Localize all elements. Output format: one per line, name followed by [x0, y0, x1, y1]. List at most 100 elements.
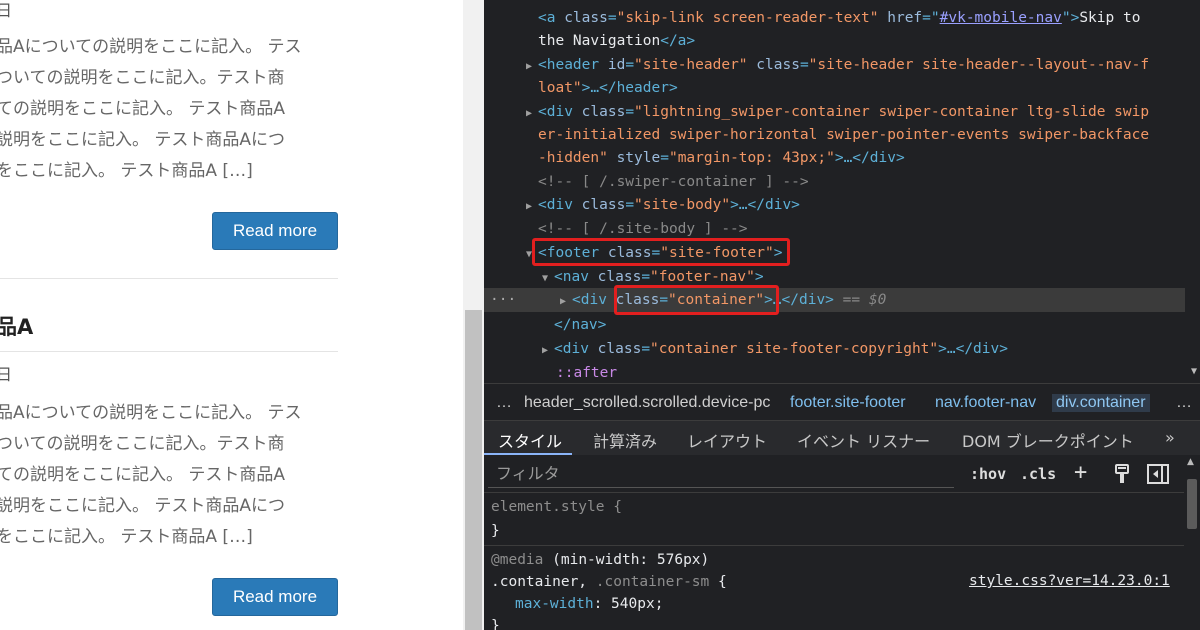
excerpt-line: 品Aについての説明をここに記入。 テス — [0, 37, 302, 57]
dom-node-copyright[interactable]: ▶ <div class="container site-footer-copyr… — [542, 337, 1200, 361]
open-brace: { — [718, 574, 727, 590]
scroll-down-icon[interactable]: ▼ — [1191, 366, 1197, 377]
rule-selector[interactable]: .container, .container-sm { — [491, 571, 727, 593]
expand-triangle-icon[interactable]: ▶ — [542, 339, 554, 363]
attr-value: er-initialized swiper-horizontal swiper-… — [538, 127, 1150, 143]
attr-value: loat" — [538, 80, 582, 96]
styles-scrollbar[interactable]: ▲ — [1184, 455, 1200, 592]
read-more-button[interactable]: Read more — [212, 212, 338, 250]
excerpt-line: をここに記入。 テスト商品A […] — [0, 527, 253, 547]
rule-close-brace: } — [491, 523, 500, 539]
dom-comment[interactable]: <!-- [ /.swiper-container ] --> — [538, 170, 1200, 194]
excerpt-line: ての説明をここに記入。 テスト商品A — [0, 465, 286, 485]
tab-computed[interactable]: 計算済み — [593, 428, 657, 452]
cls-button[interactable]: .cls — [1020, 465, 1056, 483]
excerpt-line: ての説明をここに記入。 テスト商品A — [0, 99, 286, 119]
css-property-value[interactable]: 540px; — [611, 596, 663, 612]
href-link[interactable]: #vk-mobile-nav — [940, 10, 1062, 26]
post-date: 日 — [0, 365, 13, 384]
tab-styles[interactable]: スタイル — [498, 428, 562, 452]
css-declaration[interactable]: max-width: 540px; — [515, 593, 663, 615]
post-divider — [0, 278, 338, 279]
rule-selector: element.style { — [491, 499, 622, 515]
attr-value: "container site-footer-copyright" — [650, 341, 939, 357]
excerpt-line: ついての説明をここに記入。テスト商 — [0, 68, 285, 88]
page-scrollbar[interactable] — [463, 0, 484, 630]
read-more-button[interactable]: Read more — [212, 578, 338, 616]
tab-layout[interactable]: レイアウト — [687, 428, 767, 452]
dom-node-header-cont[interactable]: loat">…</header> — [538, 76, 1200, 100]
styles-pane: element.style { } @media (min-width: 576… — [484, 493, 1184, 630]
selector-nomatch: .container-sm — [595, 574, 710, 590]
dom-node-nav-close[interactable]: </nav> — [554, 313, 1200, 337]
breadcrumb-item[interactable]: footer.site-footer — [790, 394, 906, 412]
add-rule-button[interactable]: + — [1074, 460, 1087, 485]
expand-triangle-icon[interactable]: ▶ — [526, 55, 538, 79]
row-menu-icon[interactable]: ··· — [490, 288, 516, 312]
attr-value: "lightning_swiper-container swiper-conta… — [634, 104, 1150, 120]
attr-value: "margin-top: 43px;" — [668, 150, 835, 166]
paint-brush-icon[interactable] — [1113, 464, 1131, 488]
title-divider — [0, 351, 338, 352]
tab-dom-breakpoints[interactable]: DOM ブレークポイント — [962, 428, 1134, 452]
webpage-preview: 日 品Aについての説明をここに記入。 テス ついての説明をここに記入。テスト商 … — [0, 0, 463, 630]
selected-marker: == $0 — [842, 292, 887, 308]
post-excerpt: 品Aについての説明をここに記入。 テス ついての説明をここに記入。テスト商 ての… — [0, 398, 336, 553]
expand-triangle-icon[interactable]: ▶ — [526, 195, 538, 219]
excerpt-line: 説明をここに記入。 テスト商品Aにつ — [0, 130, 286, 150]
node-text: the Navigation — [538, 33, 661, 49]
rule-divider — [484, 545, 1184, 546]
dom-node-site-body[interactable]: ▶ <div class="site-body">…</div> — [526, 193, 1200, 217]
expand-triangle-icon[interactable]: ▶ — [560, 290, 572, 314]
breadcrumb-overflow-icon[interactable]: … — [1176, 394, 1192, 412]
source-link[interactable]: style.css?ver=14.23.0:1 — [969, 573, 1170, 589]
styles-scrollbar-thumb[interactable] — [1187, 479, 1197, 529]
tab-event-listeners[interactable]: イベント リスナー — [797, 428, 930, 452]
scroll-up-icon[interactable]: ▲ — [1187, 457, 1194, 467]
breadcrumb-more-icon[interactable]: … — [496, 394, 512, 412]
filter-input[interactable] — [488, 460, 954, 488]
excerpt-line: 説明をここに記入。 テスト商品Aにつ — [0, 496, 286, 516]
elements-tree: <a class="skip-link screen-reader-text" … — [484, 0, 1200, 383]
excerpt-line: 品Aについての説明をここに記入。 テス — [0, 403, 302, 423]
toggle-sidebar-icon[interactable] — [1147, 464, 1169, 488]
dom-node-skip-link[interactable]: <a class="skip-link screen-reader-text" … — [538, 6, 1200, 30]
post-excerpt: 品Aについての説明をここに記入。 テス ついての説明をここに記入。テスト商 ての… — [0, 32, 336, 187]
breadcrumb-item-current[interactable]: div.container — [1052, 394, 1150, 412]
element-style-rule[interactable]: element.style { — [491, 496, 622, 518]
attr-value: -hidden" — [538, 150, 608, 166]
attr-value: "footer-nav" — [650, 269, 755, 285]
excerpt-line: ついての説明をここに記入。テスト商 — [0, 434, 285, 454]
tabs-more-icon[interactable]: » — [1165, 428, 1175, 447]
media-query: @media (min-width: 576px) — [491, 549, 709, 571]
attr-value: "site-body" — [634, 197, 731, 213]
breadcrumb: … header_scrolled.scrolled.device-pc foo… — [484, 383, 1200, 421]
node-text: Skip to — [1079, 10, 1141, 26]
dom-node-container-selected[interactable]: ··· ▶ <div class="container">…</div> == $0 — [484, 288, 1200, 312]
excerpt-line: をここに記入。 テスト商品A […] — [0, 161, 253, 181]
dom-pseudo-after[interactable]: ::after — [556, 361, 1200, 385]
elements-scrollbar[interactable]: ▼ — [1185, 0, 1200, 383]
rule-close-brace: } — [491, 618, 500, 630]
devtools-panel: <a class="skip-link screen-reader-text" … — [484, 0, 1200, 630]
dom-node-swiper[interactable]: ▶ <div class="lightning_swiper-container … — [526, 100, 1200, 124]
styles-tabbar: スタイル 計算済み レイアウト イベント リスナー DOM ブレークポイント » — [484, 421, 1200, 455]
dom-node-swiper-cont[interactable]: -hidden" style="margin-top: 43px;">…</di… — [538, 146, 1200, 170]
selector-match: .container, — [491, 574, 588, 590]
breadcrumb-item[interactable]: nav.footer-nav — [935, 394, 1036, 412]
highlight-box-footer — [532, 238, 790, 266]
breadcrumb-item[interactable]: header_scrolled.scrolled.device-pc — [524, 394, 770, 412]
dom-node-swiper-cont[interactable]: er-initialized swiper-horizontal swiper-… — [538, 123, 1200, 147]
expand-triangle-icon[interactable]: ▶ — [526, 102, 538, 126]
hov-button[interactable]: :hov — [970, 465, 1006, 483]
post-title[interactable]: 品A — [0, 311, 33, 341]
highlight-box-container — [614, 285, 779, 315]
post-date: 日 — [0, 1, 13, 20]
page-scrollbar-thumb[interactable] — [465, 310, 482, 630]
dom-node-skip-link-cont[interactable]: the Navigation</a> — [538, 29, 1200, 53]
css-property-name[interactable]: max-width — [515, 596, 594, 612]
attr-value: "site-header site-header--layout--nav-f — [808, 57, 1150, 73]
dom-node-header[interactable]: ▶ <header id="site-header" class="site-he… — [526, 53, 1200, 77]
media-keyword: @media — [491, 552, 544, 568]
styles-filter-bar: :hov .cls + — [484, 455, 1200, 493]
